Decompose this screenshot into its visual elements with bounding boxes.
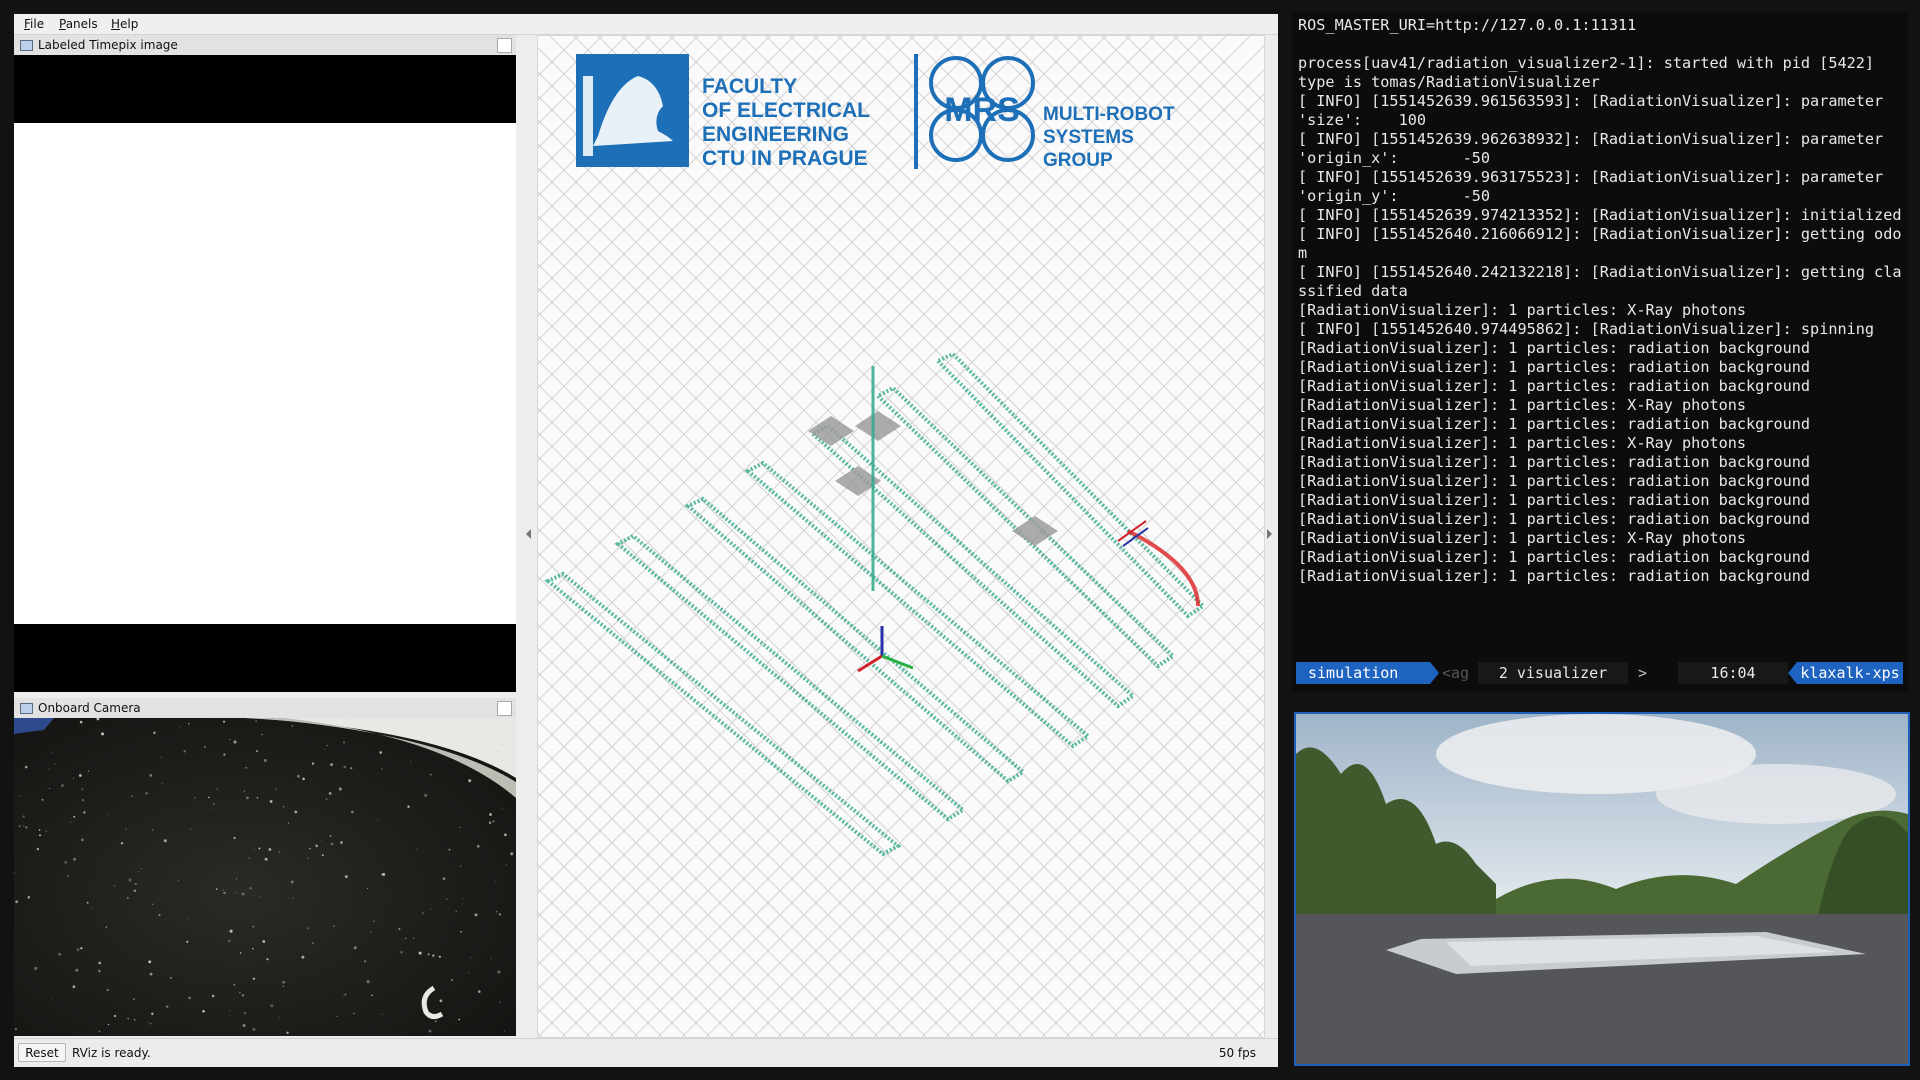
camera-panel: Onboard Camera bbox=[14, 698, 516, 1036]
timepix-panel-title-bar: Labeled Timepix image bbox=[14, 35, 516, 56]
image-panel-icon bbox=[20, 40, 33, 51]
faculty-line-4: CTU IN PRAGUE bbox=[702, 147, 868, 170]
menu-file-rest: ile bbox=[30, 17, 45, 31]
reset-button[interactable]: Reset bbox=[18, 1043, 66, 1062]
detection-markers bbox=[808, 411, 1058, 546]
tmux-separator-icon bbox=[1430, 662, 1439, 684]
onboard-camera-image bbox=[14, 718, 516, 1036]
rviz-3d-view[interactable]: FACULTY OF ELECTRICAL ENGINEERING CTU IN… bbox=[537, 35, 1265, 1038]
menu-panels[interactable]: Panels bbox=[59, 17, 98, 31]
timepix-image-view bbox=[14, 55, 516, 692]
menu-file[interactable]: File bbox=[24, 17, 44, 31]
field-experiment-photo bbox=[1294, 712, 1910, 1066]
faculty-line-1: FACULTY bbox=[702, 75, 797, 98]
tmux-prev-window: <ag bbox=[1442, 664, 1470, 682]
status-bar: Reset RViz is ready. 50 fps bbox=[14, 1038, 1278, 1067]
terminal-output: ROS_MASTER_URI=http://127.0.0.1:11311 pr… bbox=[1298, 16, 1902, 585]
field-photo-illustration bbox=[1296, 714, 1908, 1064]
tmux-current-window: 2 visualizer bbox=[1478, 662, 1628, 684]
tmux-clock: 16:04 bbox=[1678, 662, 1788, 684]
tmux-session-name: simulation bbox=[1296, 662, 1430, 684]
world-axes bbox=[857, 626, 914, 673]
image-panel-icon bbox=[20, 703, 33, 714]
mrs-line-3: GROUP bbox=[1043, 150, 1113, 171]
rviz-window: File Panels Help Labeled Timepix image O… bbox=[14, 14, 1278, 1067]
tmux-status-bar: simulation <ag 2 visualizer > 16:04 klax… bbox=[1292, 662, 1908, 684]
faculty-line-2: OF ELECTRICAL bbox=[702, 99, 870, 122]
menu-help[interactable]: Help bbox=[111, 17, 138, 31]
timepix-panel-close-checkbox[interactable] bbox=[497, 38, 512, 53]
ground-grid bbox=[538, 36, 1264, 1037]
fps-counter: 50 fps bbox=[1218, 1046, 1256, 1060]
timepix-panel-title: Labeled Timepix image bbox=[38, 38, 178, 52]
menu-bar: File Panels Help bbox=[14, 14, 1278, 35]
mrs-line-1: MULTI-ROBOT bbox=[1043, 104, 1175, 125]
tmux-hostname: klaxalk-xps bbox=[1797, 662, 1903, 684]
faculty-line-3: ENGINEERING bbox=[702, 123, 849, 146]
rviz-3d-canvas[interactable]: FACULTY OF ELECTRICAL ENGINEERING CTU IN… bbox=[538, 36, 1264, 1037]
camera-frame bbox=[14, 718, 516, 1036]
status-message: RViz is ready. bbox=[72, 1046, 151, 1060]
terminal-window[interactable]: ROS_MASTER_URI=http://127.0.0.1:11311 pr… bbox=[1292, 12, 1908, 692]
ctu-mrs-logo: FACULTY OF ELECTRICAL ENGINEERING CTU IN… bbox=[576, 54, 1175, 171]
splitter-left-arrow-icon[interactable] bbox=[526, 529, 531, 539]
mrs-mark: MRS bbox=[944, 91, 1020, 129]
timepix-panel: Labeled Timepix image bbox=[14, 35, 516, 692]
timepix-image bbox=[14, 123, 516, 624]
camera-panel-title: Onboard Camera bbox=[38, 701, 141, 715]
tmux-next-window: > bbox=[1638, 664, 1648, 682]
camera-panel-title-bar: Onboard Camera bbox=[14, 698, 516, 719]
tmux-separator-icon bbox=[1788, 662, 1797, 684]
splitter-right-arrow-icon[interactable] bbox=[1267, 529, 1272, 539]
menu-panels-rest: anels bbox=[65, 17, 98, 31]
mrs-line-2: SYSTEMS bbox=[1043, 127, 1134, 148]
camera-panel-close-checkbox[interactable] bbox=[497, 701, 512, 716]
logo-divider bbox=[914, 54, 918, 169]
menu-help-rest: elp bbox=[120, 17, 139, 31]
